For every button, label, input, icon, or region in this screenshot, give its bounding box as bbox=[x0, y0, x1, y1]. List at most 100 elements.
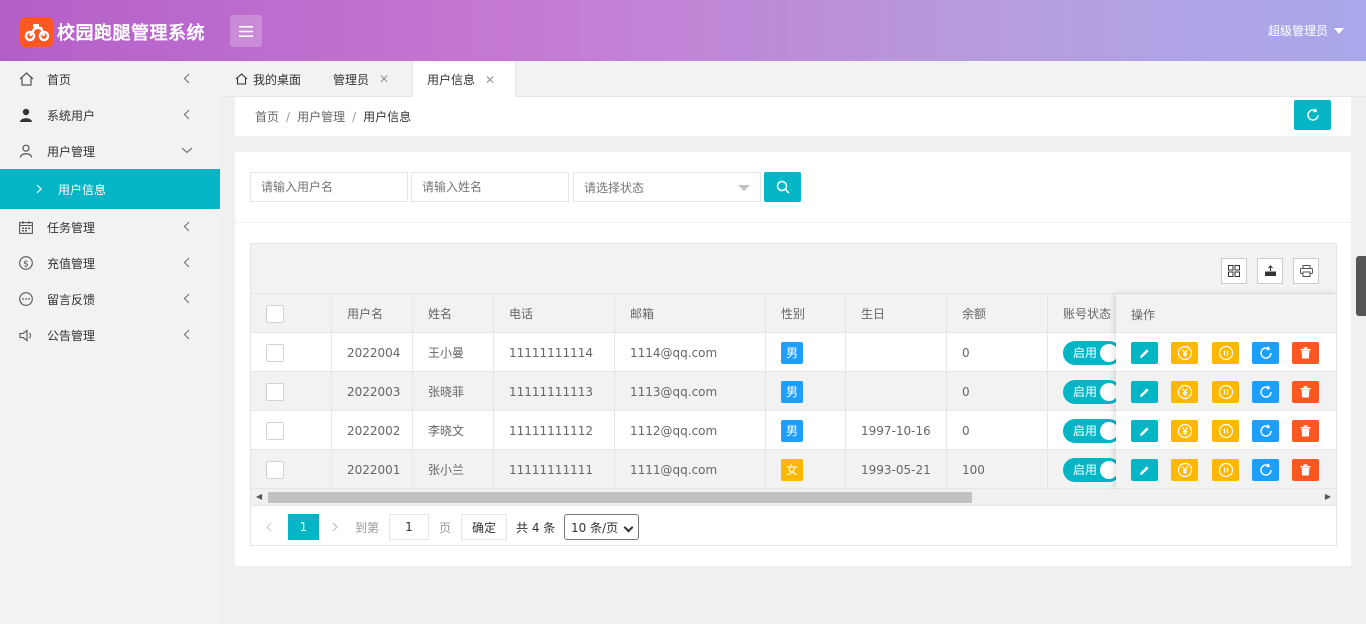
search-button[interactable] bbox=[764, 172, 801, 202]
close-icon[interactable]: ✕ bbox=[485, 73, 495, 87]
row-checkbox[interactable] bbox=[266, 343, 284, 362]
recharge-button[interactable] bbox=[1171, 459, 1198, 481]
page-refresh-button[interactable] bbox=[1294, 100, 1331, 130]
breadcrumb-home[interactable]: 首页 bbox=[255, 110, 279, 124]
edit-button[interactable] bbox=[1131, 342, 1158, 364]
export-icon bbox=[1264, 265, 1276, 276]
reset-password-button[interactable] bbox=[1252, 420, 1279, 442]
status-switch[interactable]: 启用 bbox=[1063, 340, 1121, 365]
column-header: 余额 bbox=[947, 294, 1048, 333]
cell-email: 1112@qq.com bbox=[615, 411, 766, 450]
pause-button[interactable] bbox=[1212, 459, 1239, 481]
username-input[interactable] bbox=[250, 172, 408, 202]
reset-password-button[interactable] bbox=[1252, 459, 1279, 481]
status-switch[interactable]: 启用 bbox=[1063, 457, 1121, 482]
status-switch[interactable]: 启用 bbox=[1063, 418, 1121, 443]
sidebar-item-recharge-management[interactable]: $ 充值管理 bbox=[0, 245, 220, 281]
reset-password-button[interactable] bbox=[1252, 342, 1279, 364]
pencil-icon bbox=[1140, 465, 1149, 475]
refresh-icon bbox=[1259, 424, 1272, 437]
chevron-down-icon bbox=[623, 522, 634, 533]
top-header: 校园跑腿管理系统 超级管理员 bbox=[0, 0, 1366, 61]
tab-user-info[interactable]: 用户信息 ✕ bbox=[412, 61, 516, 98]
goto-page-input[interactable]: 1 bbox=[389, 514, 429, 540]
tab-admin[interactable]: 管理员 ✕ bbox=[333, 61, 389, 97]
cell-email: 1114@qq.com bbox=[615, 333, 766, 372]
recharge-button[interactable] bbox=[1171, 342, 1198, 364]
pause-button[interactable] bbox=[1212, 342, 1239, 364]
cell-balance: 0 bbox=[947, 411, 1048, 450]
cell-birthday: 1997-10-16 bbox=[846, 411, 947, 450]
scrollbar-thumb[interactable] bbox=[268, 492, 972, 503]
menu-toggle-button[interactable] bbox=[230, 15, 262, 47]
calendar-icon bbox=[18, 219, 34, 235]
recharge-button[interactable] bbox=[1171, 381, 1198, 403]
home-icon bbox=[18, 71, 34, 87]
svg-text:$: $ bbox=[23, 260, 29, 270]
sidebar-item-feedback[interactable]: 留言反馈 bbox=[0, 281, 220, 317]
pencil-icon bbox=[1140, 426, 1149, 436]
select-all-checkbox[interactable] bbox=[266, 304, 284, 323]
ops-row bbox=[1116, 372, 1336, 411]
pagination: 1 到第 1 页 确定 共 4 条 10 条/页 bbox=[266, 506, 1336, 545]
reset-password-button[interactable] bbox=[1252, 381, 1279, 403]
cell-phone: 11111111112 bbox=[494, 411, 615, 450]
breadcrumb-card: 首页 / 用户管理 / 用户信息 bbox=[235, 97, 1351, 136]
column-header: 性别 bbox=[766, 294, 846, 333]
row-checkbox[interactable] bbox=[266, 421, 284, 440]
sidebar-item-user-info[interactable]: 用户信息 bbox=[0, 169, 220, 209]
row-checkbox[interactable] bbox=[266, 382, 284, 401]
row-checkbox[interactable] bbox=[266, 460, 284, 479]
status-select[interactable]: 请选择状态 bbox=[573, 172, 761, 202]
goto-label: 到第 bbox=[355, 520, 380, 535]
home-icon bbox=[235, 73, 248, 85]
speaker-icon bbox=[18, 327, 34, 343]
close-icon[interactable]: ✕ bbox=[379, 72, 389, 86]
sidebar-item-label: 用户信息 bbox=[58, 182, 107, 197]
pause-icon bbox=[1218, 384, 1233, 400]
sidebar-item-user-management[interactable]: 用户管理 bbox=[0, 133, 220, 169]
sidebar-item-announcement[interactable]: 公告管理 bbox=[0, 317, 220, 353]
pause-button[interactable] bbox=[1212, 381, 1239, 403]
user-menu[interactable]: 超级管理员 bbox=[1268, 22, 1344, 39]
goto-confirm-button[interactable]: 确定 bbox=[461, 514, 507, 540]
cell-name: 张小兰 bbox=[413, 450, 494, 489]
pause-button[interactable] bbox=[1212, 420, 1239, 442]
trash-icon bbox=[1300, 425, 1311, 437]
recharge-button[interactable] bbox=[1171, 420, 1198, 442]
trash-icon bbox=[1300, 464, 1311, 476]
next-page-icon[interactable] bbox=[332, 514, 342, 540]
page-1-button[interactable]: 1 bbox=[288, 514, 319, 540]
yen-icon bbox=[1177, 384, 1192, 400]
gender-badge: 女 bbox=[781, 458, 803, 481]
page-size-select[interactable]: 10 条/页 bbox=[564, 514, 639, 540]
cell-email: 1113@qq.com bbox=[615, 372, 766, 411]
sidebar-item-home[interactable]: 首页 bbox=[0, 61, 220, 97]
sidebar-item-system-users[interactable]: 系统用户 bbox=[0, 97, 220, 133]
export-button[interactable] bbox=[1257, 258, 1283, 284]
status-switch[interactable]: 启用 bbox=[1063, 379, 1121, 404]
sidebar-item-label: 任务管理 bbox=[47, 220, 96, 235]
edit-button[interactable] bbox=[1131, 459, 1158, 481]
filter-columns-button[interactable] bbox=[1221, 258, 1247, 284]
breadcrumb-user-management[interactable]: 用户管理 bbox=[297, 110, 345, 124]
print-button[interactable] bbox=[1293, 258, 1319, 284]
refresh-icon bbox=[1259, 385, 1272, 398]
name-input[interactable] bbox=[411, 172, 569, 202]
cell-birthday bbox=[846, 333, 947, 372]
side-panel-handle[interactable] bbox=[1356, 256, 1366, 316]
tab-desktop[interactable]: 我的桌面 bbox=[235, 61, 301, 97]
edit-button[interactable] bbox=[1131, 381, 1158, 403]
edit-button[interactable] bbox=[1131, 420, 1158, 442]
grid-icon bbox=[1228, 265, 1240, 277]
delete-button[interactable] bbox=[1292, 381, 1319, 403]
delete-button[interactable] bbox=[1292, 342, 1319, 364]
prev-page-icon[interactable] bbox=[266, 514, 276, 540]
scroll-right-icon[interactable]: ▶ bbox=[1325, 492, 1331, 501]
scroll-left-icon[interactable]: ◀ bbox=[256, 492, 262, 501]
pencil-icon bbox=[1140, 348, 1149, 358]
delete-button[interactable] bbox=[1292, 459, 1319, 481]
horizontal-scrollbar[interactable]: ◀ ▶ bbox=[251, 489, 1336, 506]
sidebar-item-task-management[interactable]: 任务管理 bbox=[0, 209, 220, 245]
delete-button[interactable] bbox=[1292, 420, 1319, 442]
